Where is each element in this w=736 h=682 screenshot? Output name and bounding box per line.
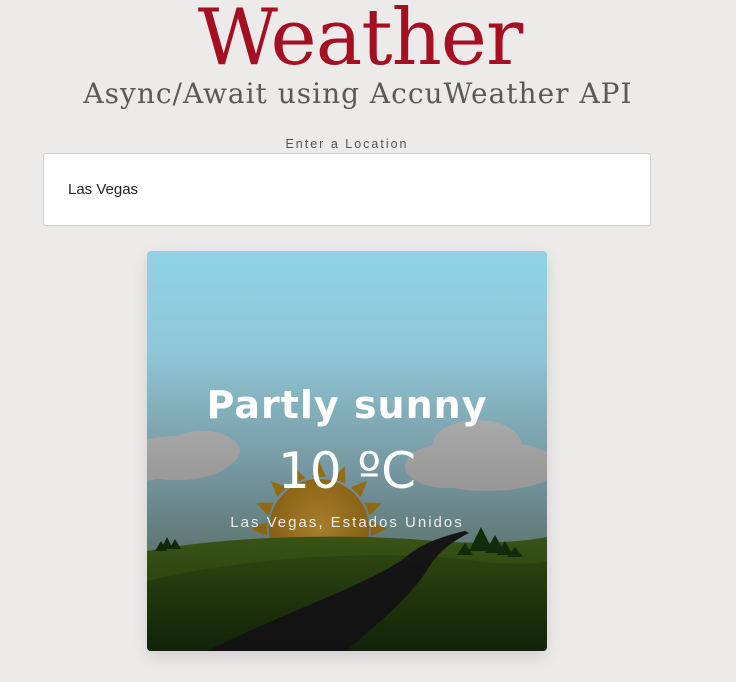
page-title: Weather bbox=[197, 0, 524, 83]
location-input[interactable] bbox=[43, 153, 651, 226]
page-subtitle: Async/Await using AccuWeather API bbox=[83, 77, 633, 110]
weather-card: Partly sunny 10 ºC Las Vegas, Estados Un… bbox=[147, 251, 547, 651]
weather-location: Las Vegas, Estados Unidos bbox=[230, 514, 464, 531]
weather-condition: Partly sunny bbox=[206, 383, 488, 427]
weather-temperature: 10 ºC bbox=[278, 442, 416, 500]
location-label: Enter a Location bbox=[285, 137, 409, 151]
